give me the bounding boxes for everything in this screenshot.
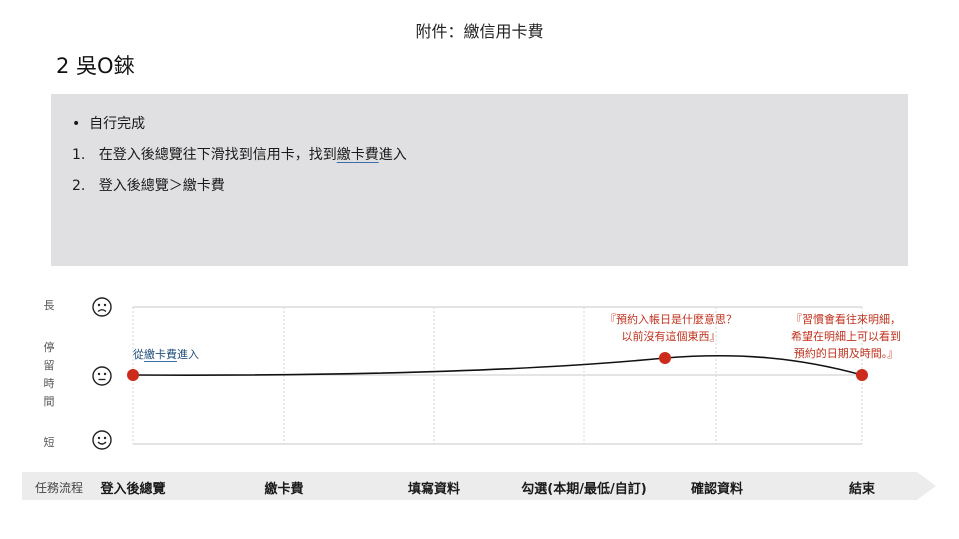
flow-step: 填寫資料 (407, 482, 461, 497)
annotation-confirm: 『預約入帳日是什麼意思？ 以前沒有這個東西』 (605, 313, 737, 343)
flow-step: 登入後總覽 (100, 482, 166, 497)
flow-step: 繳卡費 (264, 482, 304, 497)
flow-step: 結束 (848, 482, 876, 497)
journey-chart (127, 306, 868, 445)
flow-step: 確認資料 (690, 482, 744, 497)
start-annotation: 從繳卡費進入 (133, 348, 199, 361)
annotation-end: 『習慣會看往來明細， 希望在明細上可以看到 預約的日期及時間。』 (791, 313, 901, 360)
flow-label: 任務流程 (35, 481, 84, 495)
flow-step: 勾選(本期/最低/自訂) (521, 482, 647, 497)
start-annotation-underlined: 繳卡費 (144, 348, 177, 361)
journey-point (659, 352, 671, 364)
journey-line (132, 354, 863, 376)
journey-point (856, 369, 868, 381)
journey-point (127, 369, 139, 381)
